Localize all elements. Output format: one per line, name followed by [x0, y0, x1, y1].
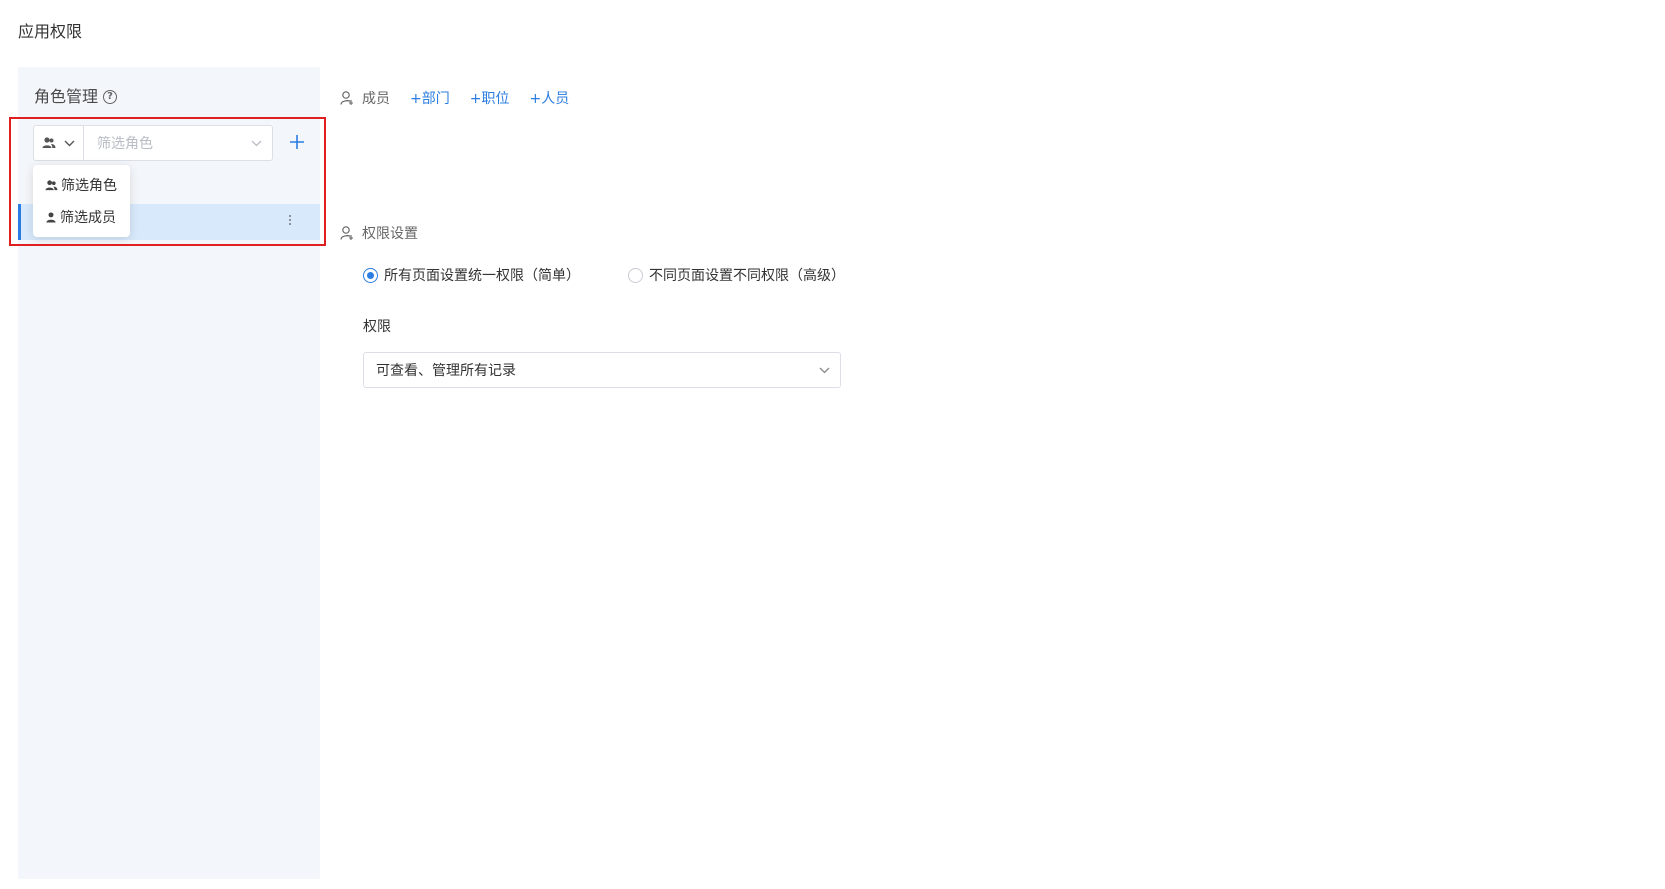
add-position-link[interactable]: +职位 [470, 88, 510, 108]
add-department-link[interactable]: +部门 [410, 88, 450, 108]
radio-unified-permission[interactable]: 所有页面设置统一权限（简单） [363, 265, 580, 285]
role-management-header: 角色管理 ? [34, 85, 118, 109]
permission-settings-label: 权限设置 [362, 226, 418, 242]
role-management-panel: 角色管理 ? 筛选角色 筛选角色 筛选成员 [18, 67, 320, 879]
user-icon [46, 211, 56, 223]
menu-item-filter-role[interactable]: 筛选角色 [33, 169, 130, 201]
help-icon[interactable]: ? [103, 90, 118, 104]
users-icon [45, 179, 58, 190]
role-filter-placeholder: 筛选角色 [97, 136, 153, 152]
radio-label: 所有页面设置统一权限（简单） [384, 268, 580, 284]
permission-settings-header: 权限设置 [340, 223, 418, 243]
users-icon [42, 137, 56, 148]
radio-unchecked-icon [628, 267, 643, 283]
role-filter-row: 筛选角色 [33, 125, 309, 161]
radio-label: 不同页面设置不同权限（高级） [649, 268, 845, 284]
role-management-title: 角色管理 [34, 87, 99, 106]
page-title: 应用权限 [18, 22, 83, 41]
permission-field-label: 权限 [363, 319, 391, 335]
members-section-header: 成员 +部门 +职位 +人员 [340, 88, 569, 108]
members-label: 成员 [362, 91, 390, 107]
radio-checked-icon [363, 267, 378, 283]
filter-type-dropdown: 筛选角色 筛选成员 [33, 165, 130, 237]
radio-per-page-permission[interactable]: 不同页面设置不同权限（高级） [628, 265, 845, 285]
menu-item-label: 筛选成员 [60, 210, 116, 226]
permission-select[interactable]: 可查看、管理所有记录 [363, 352, 841, 388]
more-options-icon[interactable] [288, 215, 292, 229]
user-settings-icon [340, 90, 353, 105]
permission-select-value: 可查看、管理所有记录 [376, 363, 516, 379]
app-permissions-page: 应用权限 角色管理 ? 筛选角色 筛选角色 筛选成员 成员 +部门 +职位 +人… [0, 0, 1665, 889]
chevron-down-icon [819, 367, 830, 373]
plus-icon [290, 135, 304, 149]
role-filter-select[interactable]: 筛选角色 [83, 125, 273, 161]
chevron-down-icon [64, 140, 75, 146]
filter-type-toggle[interactable] [33, 125, 83, 161]
menu-item-label: 筛选角色 [61, 178, 117, 194]
permission-mode-radio-group: 所有页面设置统一权限（简单） 不同页面设置不同权限（高级） [363, 265, 845, 285]
user-settings-icon [340, 225, 353, 240]
add-person-link[interactable]: +人员 [529, 88, 569, 108]
add-role-button[interactable] [285, 131, 309, 155]
menu-item-filter-member[interactable]: 筛选成员 [33, 201, 130, 233]
chevron-down-icon [251, 140, 262, 146]
